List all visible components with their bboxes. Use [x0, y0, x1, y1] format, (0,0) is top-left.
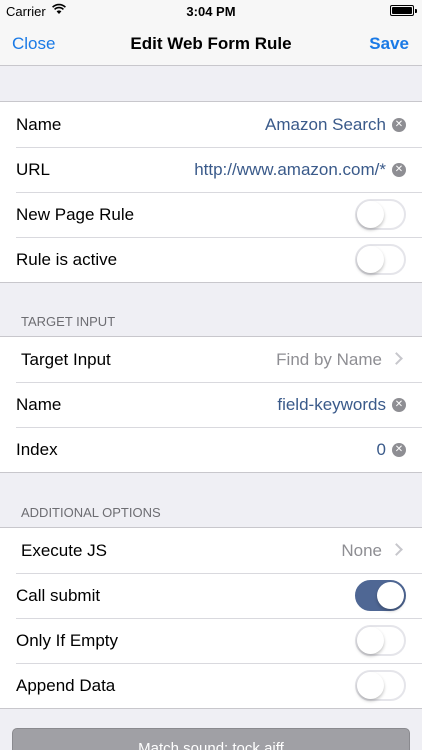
toggle-knob — [357, 246, 384, 273]
toggle-knob — [357, 201, 384, 228]
clear-icon[interactable]: ✕ — [392, 398, 406, 412]
rule-section: Name Amazon Search ✕ URL http://www.amaz… — [0, 101, 422, 283]
toggle-knob — [357, 672, 384, 699]
rule-active-toggle[interactable] — [355, 244, 406, 275]
match-sound-button[interactable]: Match sound: tock.aiff — [12, 728, 410, 750]
target-input-header: TARGET INPUT — [21, 314, 116, 329]
append-data-row: Append Data — [0, 663, 422, 708]
call-submit-label: Call submit — [16, 586, 101, 605]
additional-options-header: ADDITIONAL OPTIONS — [21, 505, 161, 520]
execute-js-row[interactable]: Execute JS None — [0, 528, 422, 573]
url-row[interactable]: URL http://www.amazon.com/* ✕ — [0, 147, 422, 192]
battery-icon — [390, 5, 417, 16]
target-name-label: Name — [16, 395, 62, 414]
name-row[interactable]: Name Amazon Search ✕ — [0, 102, 422, 147]
index-row[interactable]: Index 0 ✕ — [0, 427, 422, 472]
clear-icon[interactable]: ✕ — [392, 163, 406, 177]
chevron-right-icon — [390, 352, 403, 365]
toggle-knob — [357, 627, 384, 654]
append-data-toggle[interactable] — [355, 670, 406, 701]
only-if-empty-label: Only If Empty — [16, 631, 119, 650]
rule-active-row: Rule is active — [0, 237, 422, 282]
new-page-rule-row: New Page Rule — [0, 192, 422, 237]
new-page-rule-toggle[interactable] — [355, 199, 406, 230]
save-button[interactable]: Save — [369, 34, 409, 54]
clear-icon[interactable]: ✕ — [392, 443, 406, 457]
clear-icon[interactable]: ✕ — [392, 118, 406, 132]
target-name-row[interactable]: Name field-keywords ✕ — [0, 382, 422, 427]
toggle-knob — [377, 582, 404, 609]
append-data-label: Append Data — [16, 676, 116, 695]
target-input-section: Target Input Find by Name Name field-key… — [0, 336, 422, 473]
target-name-field[interactable]: field-keywords — [277, 395, 386, 415]
target-input-value: Find by Name — [276, 350, 382, 369]
execute-js-value: None — [341, 541, 382, 560]
index-label: Index — [16, 440, 58, 459]
target-input-label: Target Input — [21, 350, 111, 369]
url-field[interactable]: http://www.amazon.com/* — [194, 160, 386, 180]
execute-js-label: Execute JS — [21, 541, 107, 560]
new-page-rule-label: New Page Rule — [16, 205, 135, 224]
status-time: 3:04 PM — [186, 4, 236, 19]
name-label: Name — [16, 115, 62, 134]
name-field[interactable]: Amazon Search — [265, 115, 386, 135]
chevron-right-icon — [390, 543, 403, 556]
call-submit-toggle[interactable] — [355, 580, 406, 611]
status-bar: Carrier 3:04 PM — [0, 0, 422, 22]
call-submit-row: Call submit — [0, 573, 422, 618]
only-if-empty-row: Only If Empty — [0, 618, 422, 663]
additional-options-section: Execute JS None Call submit Only If Empt… — [0, 527, 422, 709]
rule-active-label: Rule is active — [16, 250, 118, 269]
url-label: URL — [16, 160, 51, 179]
index-field[interactable]: 0 — [377, 440, 386, 460]
navigation-bar: Close Edit Web Form Rule Save — [0, 22, 422, 66]
target-input-row[interactable]: Target Input Find by Name — [0, 337, 422, 382]
only-if-empty-toggle[interactable] — [355, 625, 406, 656]
page-title: Edit Web Form Rule — [130, 34, 292, 53]
